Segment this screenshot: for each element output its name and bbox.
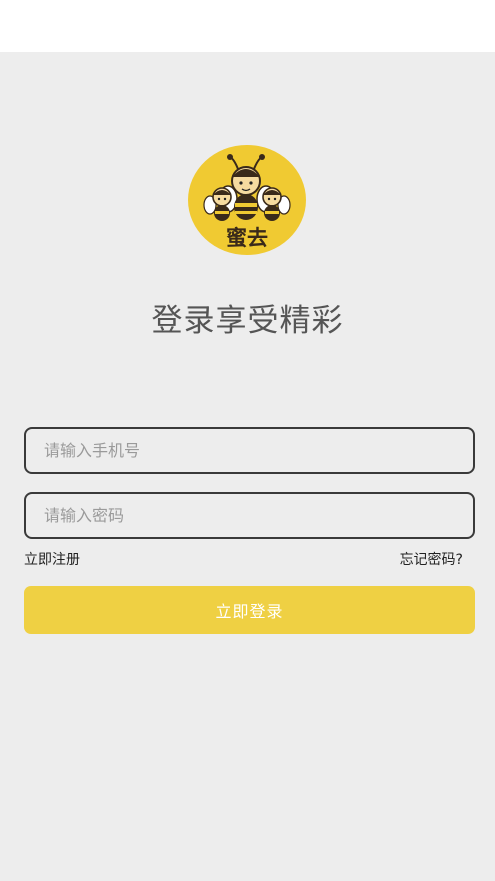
password-input[interactable] bbox=[24, 492, 475, 539]
phone-number-input[interactable] bbox=[24, 427, 475, 474]
logo-text: 蜜去 bbox=[226, 226, 268, 250]
register-link[interactable]: 立即注册 bbox=[24, 550, 80, 570]
forgot-password-link[interactable]: 忘记密码? bbox=[400, 550, 463, 570]
status-bar bbox=[0, 0, 495, 52]
page-title: 登录享受精彩 bbox=[151, 303, 344, 339]
bee-logo-icon: 蜜去 bbox=[188, 145, 306, 255]
login-button[interactable]: 立即登录 bbox=[24, 586, 475, 634]
